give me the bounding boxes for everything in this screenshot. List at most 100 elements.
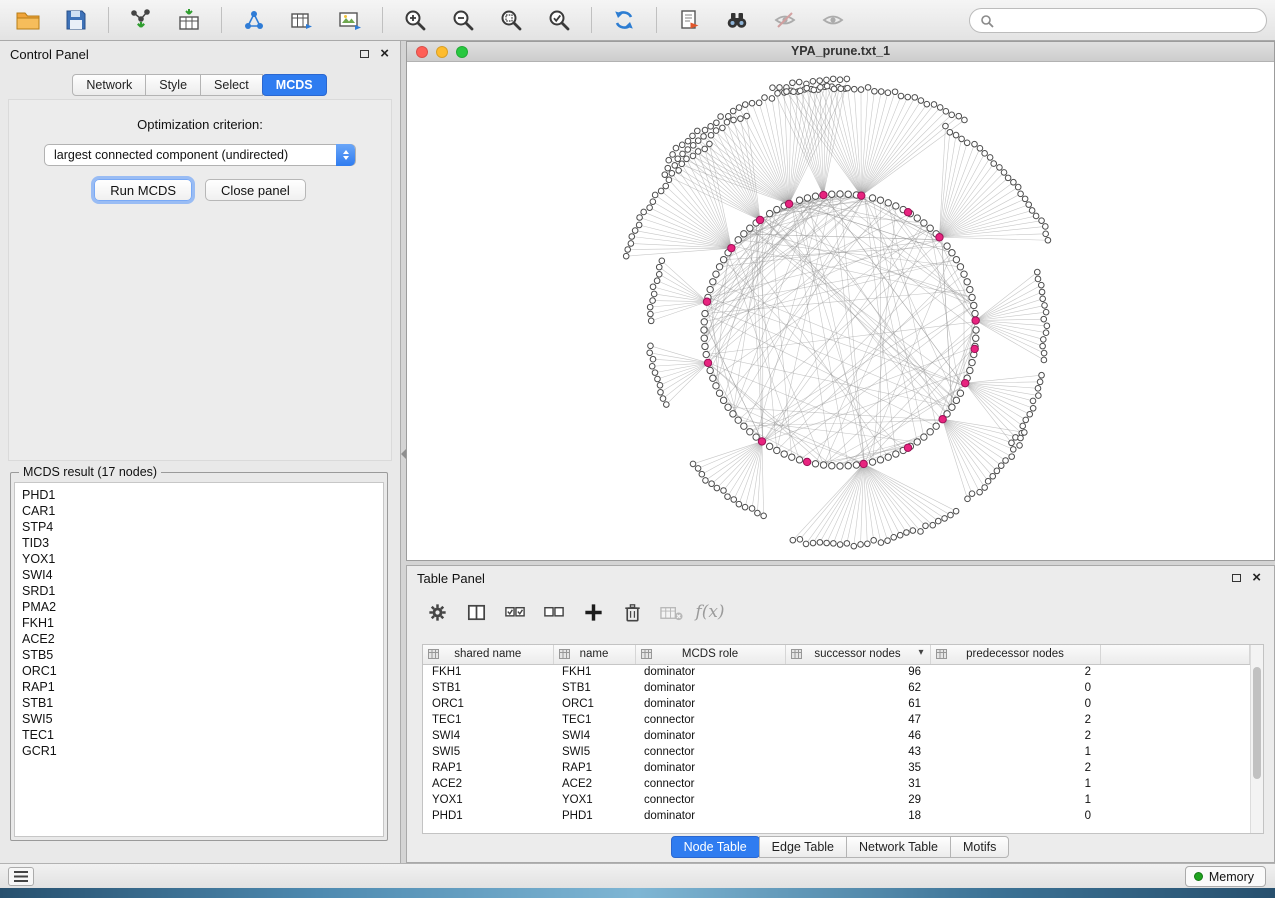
save-button[interactable]: [58, 4, 94, 36]
column-header-mcds-role[interactable]: MCDS role: [635, 645, 785, 664]
table-scrollbar[interactable]: [1250, 645, 1263, 833]
cytoscape-window: Control Panel × Network Style Select MCD…: [0, 0, 1275, 888]
result-node-item[interactable]: RAP1: [22, 679, 376, 695]
show-details-button[interactable]: [815, 4, 851, 36]
cell-name: STB1: [553, 680, 635, 696]
import-table-button[interactable]: [171, 4, 207, 36]
tab-style[interactable]: Style: [145, 74, 201, 96]
result-node-item[interactable]: ACE2: [22, 631, 376, 647]
close-panel-button[interactable]: Close panel: [205, 179, 306, 201]
result-node-item[interactable]: PMA2: [22, 599, 376, 615]
tab-node-table[interactable]: Node Table: [671, 836, 760, 858]
network-nodes[interactable]: [623, 76, 1050, 549]
deselect-all-button[interactable]: [538, 597, 570, 627]
clone-network-button[interactable]: [671, 4, 707, 36]
search-input[interactable]: [1000, 13, 1256, 28]
delete-table-icon: [659, 601, 684, 624]
cell-name: SWI4: [553, 728, 635, 744]
create-column-button[interactable]: [577, 597, 609, 627]
optimization-criterion-select[interactable]: largest connected component (undirected): [44, 144, 356, 166]
result-node-item[interactable]: TID3: [22, 535, 376, 551]
result-node-item[interactable]: YOX1: [22, 551, 376, 567]
table-row[interactable]: RAP1RAP1dominator352: [423, 760, 1250, 776]
result-node-item[interactable]: SWI5: [22, 711, 376, 727]
network-window-titlebar[interactable]: YPA_prune.txt_1: [407, 42, 1274, 62]
export-table-button[interactable]: [284, 4, 320, 36]
result-node-item[interactable]: SRD1: [22, 583, 376, 599]
zoom-selected-button[interactable]: [493, 4, 529, 36]
result-node-item[interactable]: GCR1: [22, 743, 376, 759]
memory-button[interactable]: Memory: [1185, 866, 1266, 887]
result-node-item[interactable]: SWI4: [22, 567, 376, 583]
delete-table-button[interactable]: [655, 597, 687, 627]
table-row[interactable]: SWI4SWI4dominator462: [423, 728, 1250, 744]
show-columns-button[interactable]: [460, 597, 492, 627]
export-image-icon: [337, 8, 363, 32]
function-builder-button[interactable]: f(x): [694, 597, 726, 627]
network-graph[interactable]: [407, 62, 1274, 560]
show-panels-button[interactable]: [8, 867, 34, 886]
tab-edge-table[interactable]: Edge Table: [759, 836, 847, 858]
result-node-item[interactable]: CAR1: [22, 503, 376, 519]
column-header-name[interactable]: name: [553, 645, 635, 664]
table-row[interactable]: SWI5SWI5connector431: [423, 744, 1250, 760]
traffic-close-button[interactable]: [416, 46, 428, 58]
table-row[interactable]: ORC1ORC1dominator610: [423, 696, 1250, 712]
scrollbar-thumb[interactable]: [1253, 667, 1261, 779]
column-header-predecessor-nodes[interactable]: predecessor nodes: [930, 645, 1100, 664]
hide-details-button[interactable]: [767, 4, 803, 36]
network-canvas[interactable]: [407, 62, 1274, 560]
cell-mcds-role: dominator: [635, 680, 785, 696]
tab-network-table[interactable]: Network Table: [846, 836, 951, 858]
result-node-item[interactable]: PHD1: [22, 487, 376, 503]
open-folder-button[interactable]: [10, 4, 46, 36]
cell-name: ORC1: [553, 696, 635, 712]
memory-label: Memory: [1209, 870, 1254, 884]
table-row[interactable]: ACE2ACE2connector311: [423, 776, 1250, 792]
delete-columns-button[interactable]: [616, 597, 648, 627]
tab-network[interactable]: Network: [72, 74, 146, 96]
table-row[interactable]: YOX1YOX1connector291: [423, 792, 1250, 808]
mcds-result-group: MCDS result (17 nodes) PHD1CAR1STP4TID3Y…: [10, 465, 388, 841]
zoom-out-button[interactable]: [445, 4, 481, 36]
table-row[interactable]: PHD1PHD1dominator180: [423, 808, 1250, 824]
table-mode-button[interactable]: [421, 597, 453, 627]
column-header-successor-nodes[interactable]: successor nodes ▾: [785, 645, 930, 664]
cell-name: PHD1: [553, 808, 635, 824]
result-node-item[interactable]: TEC1: [22, 727, 376, 743]
float-panel-icon[interactable]: [360, 50, 369, 58]
mcds-result-list[interactable]: PHD1CAR1STP4TID3YOX1SWI4SRD1PMA2FKH1ACE2…: [14, 482, 384, 837]
tab-mcds[interactable]: MCDS: [262, 74, 327, 96]
import-network-button[interactable]: [123, 4, 159, 36]
tab-select[interactable]: Select: [200, 74, 263, 96]
export-image-button[interactable]: [332, 4, 368, 36]
cell-predecessor-nodes: 0: [930, 680, 1100, 696]
result-node-item[interactable]: STB5: [22, 647, 376, 663]
network-window-title: YPA_prune.txt_1: [407, 42, 1274, 61]
float-panel-icon[interactable]: [1232, 574, 1241, 582]
cell-filler: [1100, 744, 1250, 760]
close-panel-icon[interactable]: ×: [380, 45, 389, 63]
tab-motifs[interactable]: Motifs: [950, 836, 1009, 858]
refresh-network-button[interactable]: [606, 4, 642, 36]
result-node-item[interactable]: STB1: [22, 695, 376, 711]
table-row[interactable]: TEC1TEC1connector472: [423, 712, 1250, 728]
zoom-in-button[interactable]: [397, 4, 433, 36]
export-network-button[interactable]: [236, 4, 272, 36]
network-search-box[interactable]: [969, 8, 1267, 33]
traffic-zoom-button[interactable]: [456, 46, 468, 58]
run-mcds-button[interactable]: Run MCDS: [94, 179, 192, 201]
column-header-shared-name[interactable]: shared name: [423, 645, 553, 664]
select-all-button[interactable]: [499, 597, 531, 627]
plus-icon: [582, 601, 605, 624]
close-panel-icon[interactable]: ×: [1252, 569, 1261, 587]
result-node-item[interactable]: STP4: [22, 519, 376, 535]
result-node-item[interactable]: FKH1: [22, 615, 376, 631]
traffic-minimize-button[interactable]: [436, 46, 448, 58]
search-network-button[interactable]: [719, 4, 755, 36]
table-row[interactable]: FKH1FKH1dominator962: [423, 664, 1250, 680]
sort-chevron-icon[interactable]: ▾: [918, 647, 923, 658]
result-node-item[interactable]: ORC1: [22, 663, 376, 679]
zoom-fit-button[interactable]: [541, 4, 577, 36]
table-row[interactable]: STB1STB1dominator620: [423, 680, 1250, 696]
